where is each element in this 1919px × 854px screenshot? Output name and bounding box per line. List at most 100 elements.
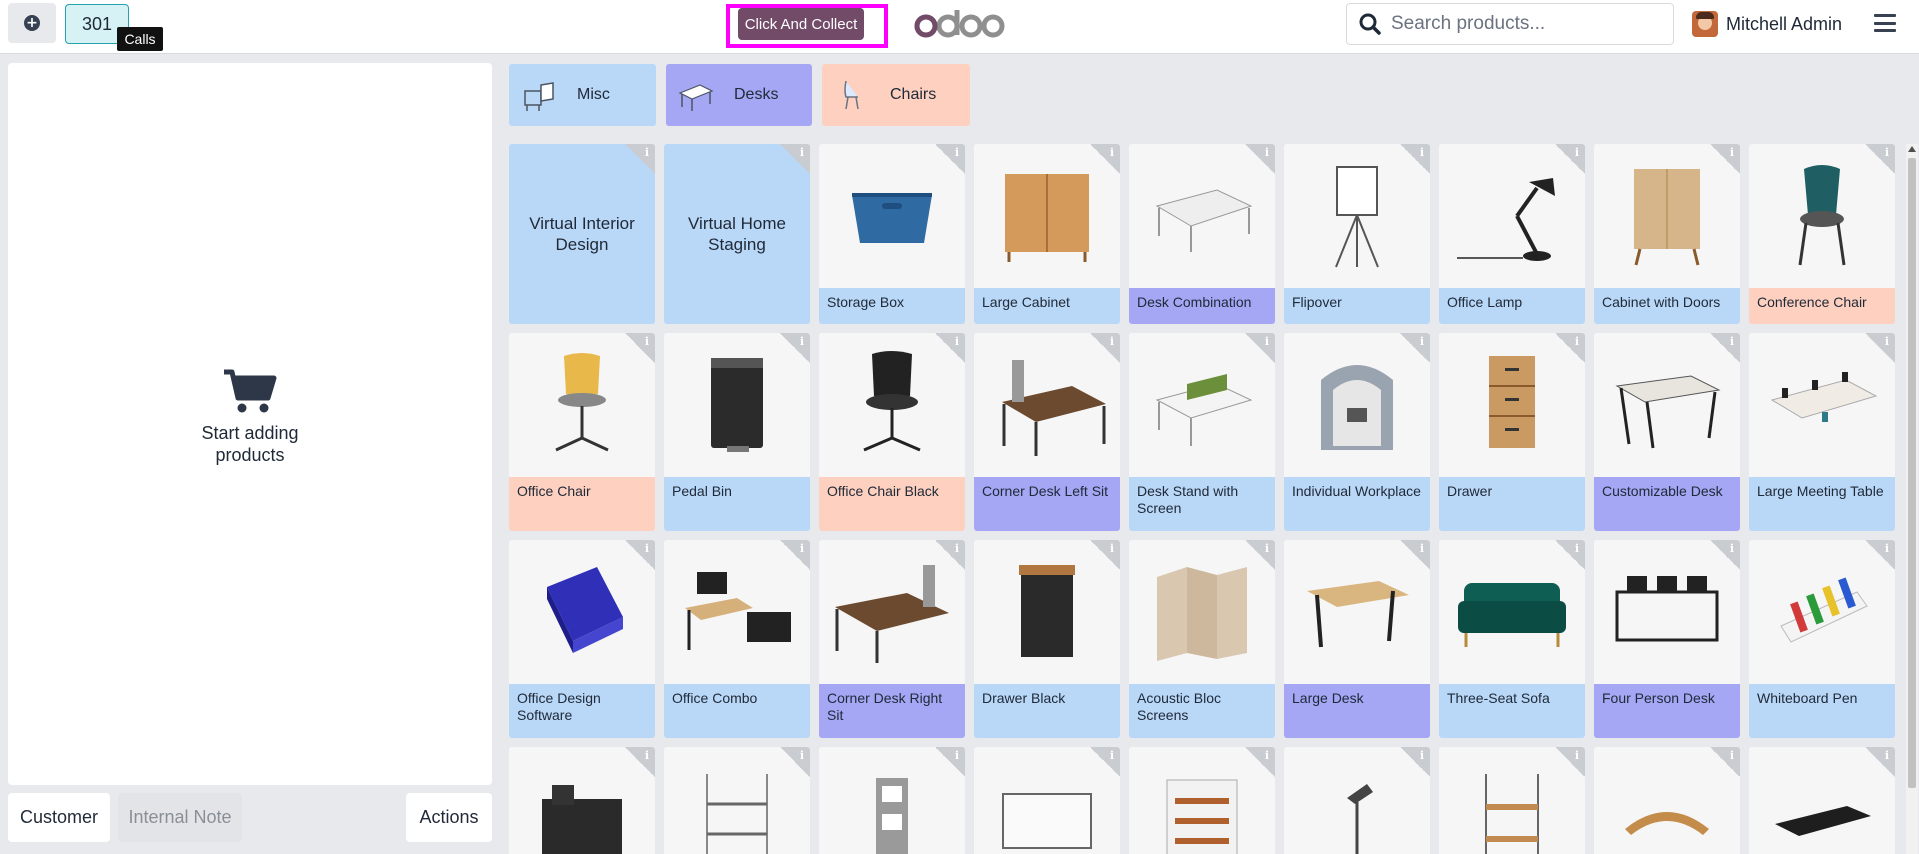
- info-icon[interactable]: i: [1865, 747, 1895, 777]
- product-card[interactable]: i: [819, 747, 965, 854]
- info-icon[interactable]: i: [1090, 747, 1120, 777]
- product-name: Corner Desk Right Sit: [819, 684, 965, 738]
- info-icon[interactable]: i: [780, 144, 810, 174]
- product-card[interactable]: Flipover i: [1284, 144, 1430, 324]
- product-grid: Virtual Interior Design i Virtual Home Sta…: [509, 144, 1901, 854]
- actions-button[interactable]: Actions: [406, 793, 492, 842]
- info-icon[interactable]: i: [1710, 333, 1740, 363]
- product-name: Office Chair: [509, 477, 655, 531]
- product-card[interactable]: Large Cabinet i: [974, 144, 1120, 324]
- product-card[interactable]: Desk Stand with Screen i: [1129, 333, 1275, 531]
- info-icon[interactable]: i: [1245, 540, 1275, 570]
- product-name: Acoustic Bloc Screens: [1129, 684, 1275, 738]
- info-icon[interactable]: i: [1400, 747, 1430, 777]
- category-label: Misc: [577, 86, 610, 103]
- info-icon[interactable]: i: [1245, 144, 1275, 174]
- info-icon[interactable]: i: [935, 540, 965, 570]
- cart-icon: [224, 369, 277, 413]
- info-icon[interactable]: i: [1865, 540, 1895, 570]
- product-card[interactable]: i: [1439, 747, 1585, 854]
- scrollbar[interactable]: [1906, 144, 1918, 854]
- product-card[interactable]: Office Chair i: [509, 333, 655, 531]
- info-icon[interactable]: i: [780, 540, 810, 570]
- category-chairs[interactable]: Chairs: [822, 64, 970, 126]
- product-name: Customizable Desk: [1594, 477, 1740, 531]
- product-card[interactable]: Office Lamp i: [1439, 144, 1585, 324]
- search-input[interactable]: [1391, 13, 1661, 35]
- product-card[interactable]: Whiteboard Pen i: [1749, 540, 1895, 738]
- desk-category-icon: [676, 75, 716, 115]
- info-icon[interactable]: i: [1400, 540, 1430, 570]
- product-card[interactable]: i: [1129, 747, 1275, 854]
- info-icon[interactable]: i: [1710, 144, 1740, 174]
- info-icon[interactable]: i: [1245, 333, 1275, 363]
- product-name: Office Design Software: [509, 684, 655, 738]
- product-card[interactable]: i: [1284, 747, 1430, 854]
- info-icon[interactable]: i: [625, 747, 655, 777]
- product-card[interactable]: Cabinet with Doors i: [1594, 144, 1740, 324]
- product-card[interactable]: Customizable Desk i: [1594, 333, 1740, 531]
- info-icon[interactable]: i: [1865, 144, 1895, 174]
- product-card[interactable]: Drawer i: [1439, 333, 1585, 531]
- info-icon[interactable]: i: [1245, 747, 1275, 777]
- product-card[interactable]: Office Combo i: [664, 540, 810, 738]
- product-card[interactable]: Corner Desk Right Sit i: [819, 540, 965, 738]
- info-icon[interactable]: i: [625, 333, 655, 363]
- info-icon[interactable]: i: [780, 747, 810, 777]
- product-card[interactable]: Office Design Software i: [509, 540, 655, 738]
- category-desks[interactable]: Desks: [666, 64, 812, 126]
- info-icon[interactable]: i: [1090, 144, 1120, 174]
- product-card[interactable]: Three-Seat Sofa i: [1439, 540, 1585, 738]
- info-icon[interactable]: i: [1555, 144, 1585, 174]
- product-card[interactable]: i: [1594, 747, 1740, 854]
- info-icon[interactable]: i: [625, 540, 655, 570]
- product-card[interactable]: Virtual Interior Design i: [509, 144, 655, 324]
- product-name: Office Chair Black: [819, 477, 965, 531]
- info-icon[interactable]: i: [1090, 333, 1120, 363]
- product-card[interactable]: Desk Combination i: [1129, 144, 1275, 324]
- info-icon[interactable]: i: [1710, 747, 1740, 777]
- product-name: Pedal Bin: [664, 477, 810, 531]
- product-card[interactable]: i: [509, 747, 655, 854]
- product-card[interactable]: Large Desk i: [1284, 540, 1430, 738]
- product-card[interactable]: i: [1749, 747, 1895, 854]
- product-card[interactable]: Storage Box i: [819, 144, 965, 324]
- new-order-button[interactable]: +: [8, 3, 56, 43]
- category-misc[interactable]: Misc: [509, 64, 656, 126]
- info-icon[interactable]: i: [935, 747, 965, 777]
- info-icon[interactable]: i: [1555, 540, 1585, 570]
- info-icon[interactable]: i: [1555, 333, 1585, 363]
- product-name: Desk Combination: [1129, 288, 1275, 324]
- user-menu[interactable]: Mitchell Admin: [1692, 10, 1842, 38]
- product-card[interactable]: Large Meeting Table i: [1749, 333, 1895, 531]
- product-card[interactable]: i: [974, 747, 1120, 854]
- misc-category-icon: [519, 75, 559, 115]
- product-card[interactable]: i: [664, 747, 810, 854]
- internal-note-button[interactable]: Internal Note: [118, 793, 242, 842]
- info-icon[interactable]: i: [1710, 540, 1740, 570]
- product-card[interactable]: Virtual Home Staging i: [664, 144, 810, 324]
- scrollbar-thumb[interactable]: [1908, 158, 1916, 788]
- product-card[interactable]: Corner Desk Left Sit i: [974, 333, 1120, 531]
- info-icon[interactable]: i: [780, 333, 810, 363]
- info-icon[interactable]: i: [1400, 144, 1430, 174]
- product-card[interactable]: Pedal Bin i: [664, 333, 810, 531]
- info-icon[interactable]: i: [1555, 747, 1585, 777]
- product-card[interactable]: Conference Chair i: [1749, 144, 1895, 324]
- preset-button[interactable]: Click And Collect: [738, 8, 864, 40]
- info-icon[interactable]: i: [1400, 333, 1430, 363]
- product-card[interactable]: Individual Workplace i: [1284, 333, 1430, 531]
- product-card[interactable]: Drawer Black i: [974, 540, 1120, 738]
- search-bar[interactable]: [1346, 3, 1674, 45]
- scroll-up-arrow[interactable]: [1908, 146, 1916, 152]
- info-icon[interactable]: i: [625, 144, 655, 174]
- info-icon[interactable]: i: [1090, 540, 1120, 570]
- customer-button[interactable]: Customer: [8, 793, 110, 842]
- product-card[interactable]: Four Person Desk i: [1594, 540, 1740, 738]
- info-icon[interactable]: i: [935, 333, 965, 363]
- product-card[interactable]: Acoustic Bloc Screens i: [1129, 540, 1275, 738]
- product-card[interactable]: Office Chair Black i: [819, 333, 965, 531]
- info-icon[interactable]: i: [935, 144, 965, 174]
- info-icon[interactable]: i: [1865, 333, 1895, 363]
- menu-icon[interactable]: [1874, 12, 1896, 34]
